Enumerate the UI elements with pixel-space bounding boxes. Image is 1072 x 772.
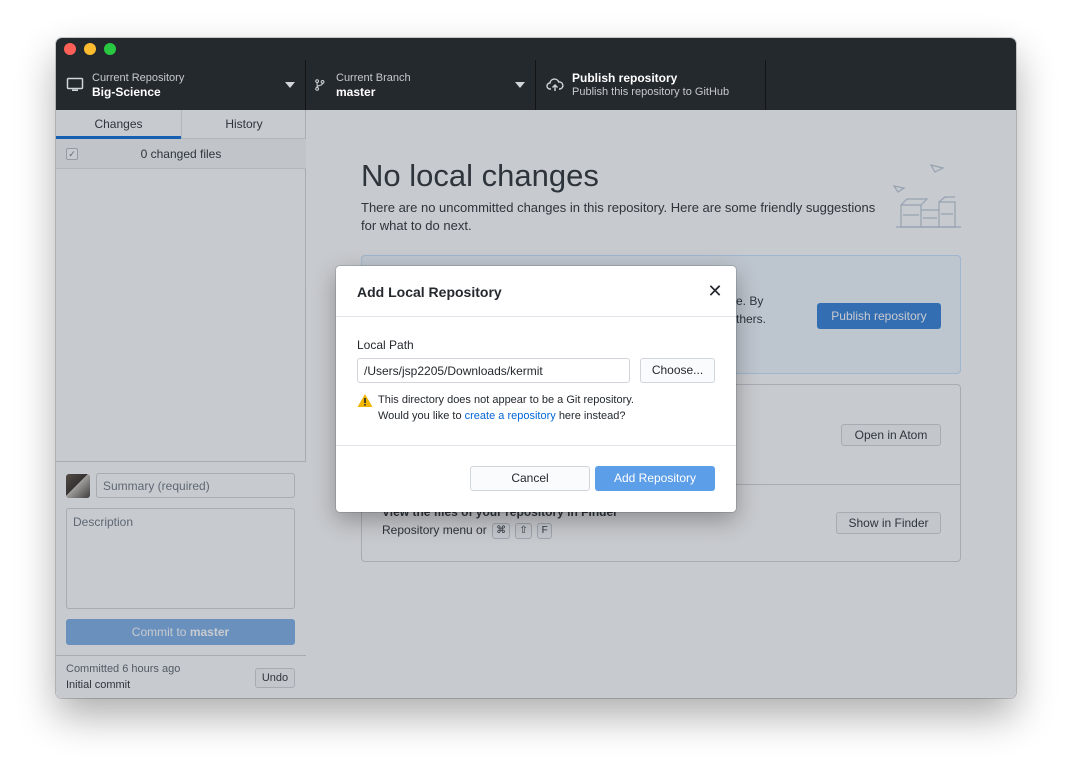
create-repository-link[interactable]: create a repository [465,410,556,422]
dialog-footer: Cancel Add Repository [336,445,736,512]
chevron-down-icon [285,82,295,88]
add-local-repository-dialog: Add Local Repository ✕ Local Path Choose… [336,266,736,512]
cancel-button[interactable]: Cancel [470,466,590,491]
monitor-icon [66,77,84,91]
warning-icon [357,394,373,407]
minimize-window-button[interactable] [84,43,96,55]
local-path-label: Local Path [357,338,414,352]
warning-text-line2: Would you like to create a repository he… [378,410,625,422]
current-branch-label: Current Branch [336,72,411,84]
warning-prefix: Would you like to [378,410,462,422]
toolbar: Current Repository Big-Science Current B… [56,60,1016,110]
dialog-title: Add Local Repository [357,284,502,300]
zoom-window-button[interactable] [104,43,116,55]
warning-suffix: here instead? [558,410,626,422]
cloud-upload-icon [546,78,564,91]
close-icon[interactable]: ✕ [706,282,724,300]
publish-repository-title: Publish repository [572,71,678,85]
choose-button[interactable]: Choose... [640,358,715,383]
current-branch-name: master [336,85,376,99]
current-branch-dropdown[interactable]: Current Branch master [306,60,536,110]
dialog-header: Add Local Repository ✕ [336,266,736,317]
publish-repository-subtitle: Publish this repository to GitHub [572,86,730,98]
chevron-down-icon [515,82,525,88]
close-window-button[interactable] [64,43,76,55]
git-branch-icon [315,79,325,91]
current-repository-label: Current Repository [92,72,185,84]
current-repository-dropdown[interactable]: Current Repository Big-Science [56,60,306,110]
title-bar [56,38,1016,60]
add-repository-button[interactable]: Add Repository [595,466,715,491]
publish-repository-toolbar-button[interactable]: Publish repository Publish this reposito… [536,60,766,110]
current-repository-name: Big-Science [92,85,161,99]
local-path-input[interactable] [357,358,630,383]
warning-text-line1: This directory does not appear to be a G… [378,394,634,406]
